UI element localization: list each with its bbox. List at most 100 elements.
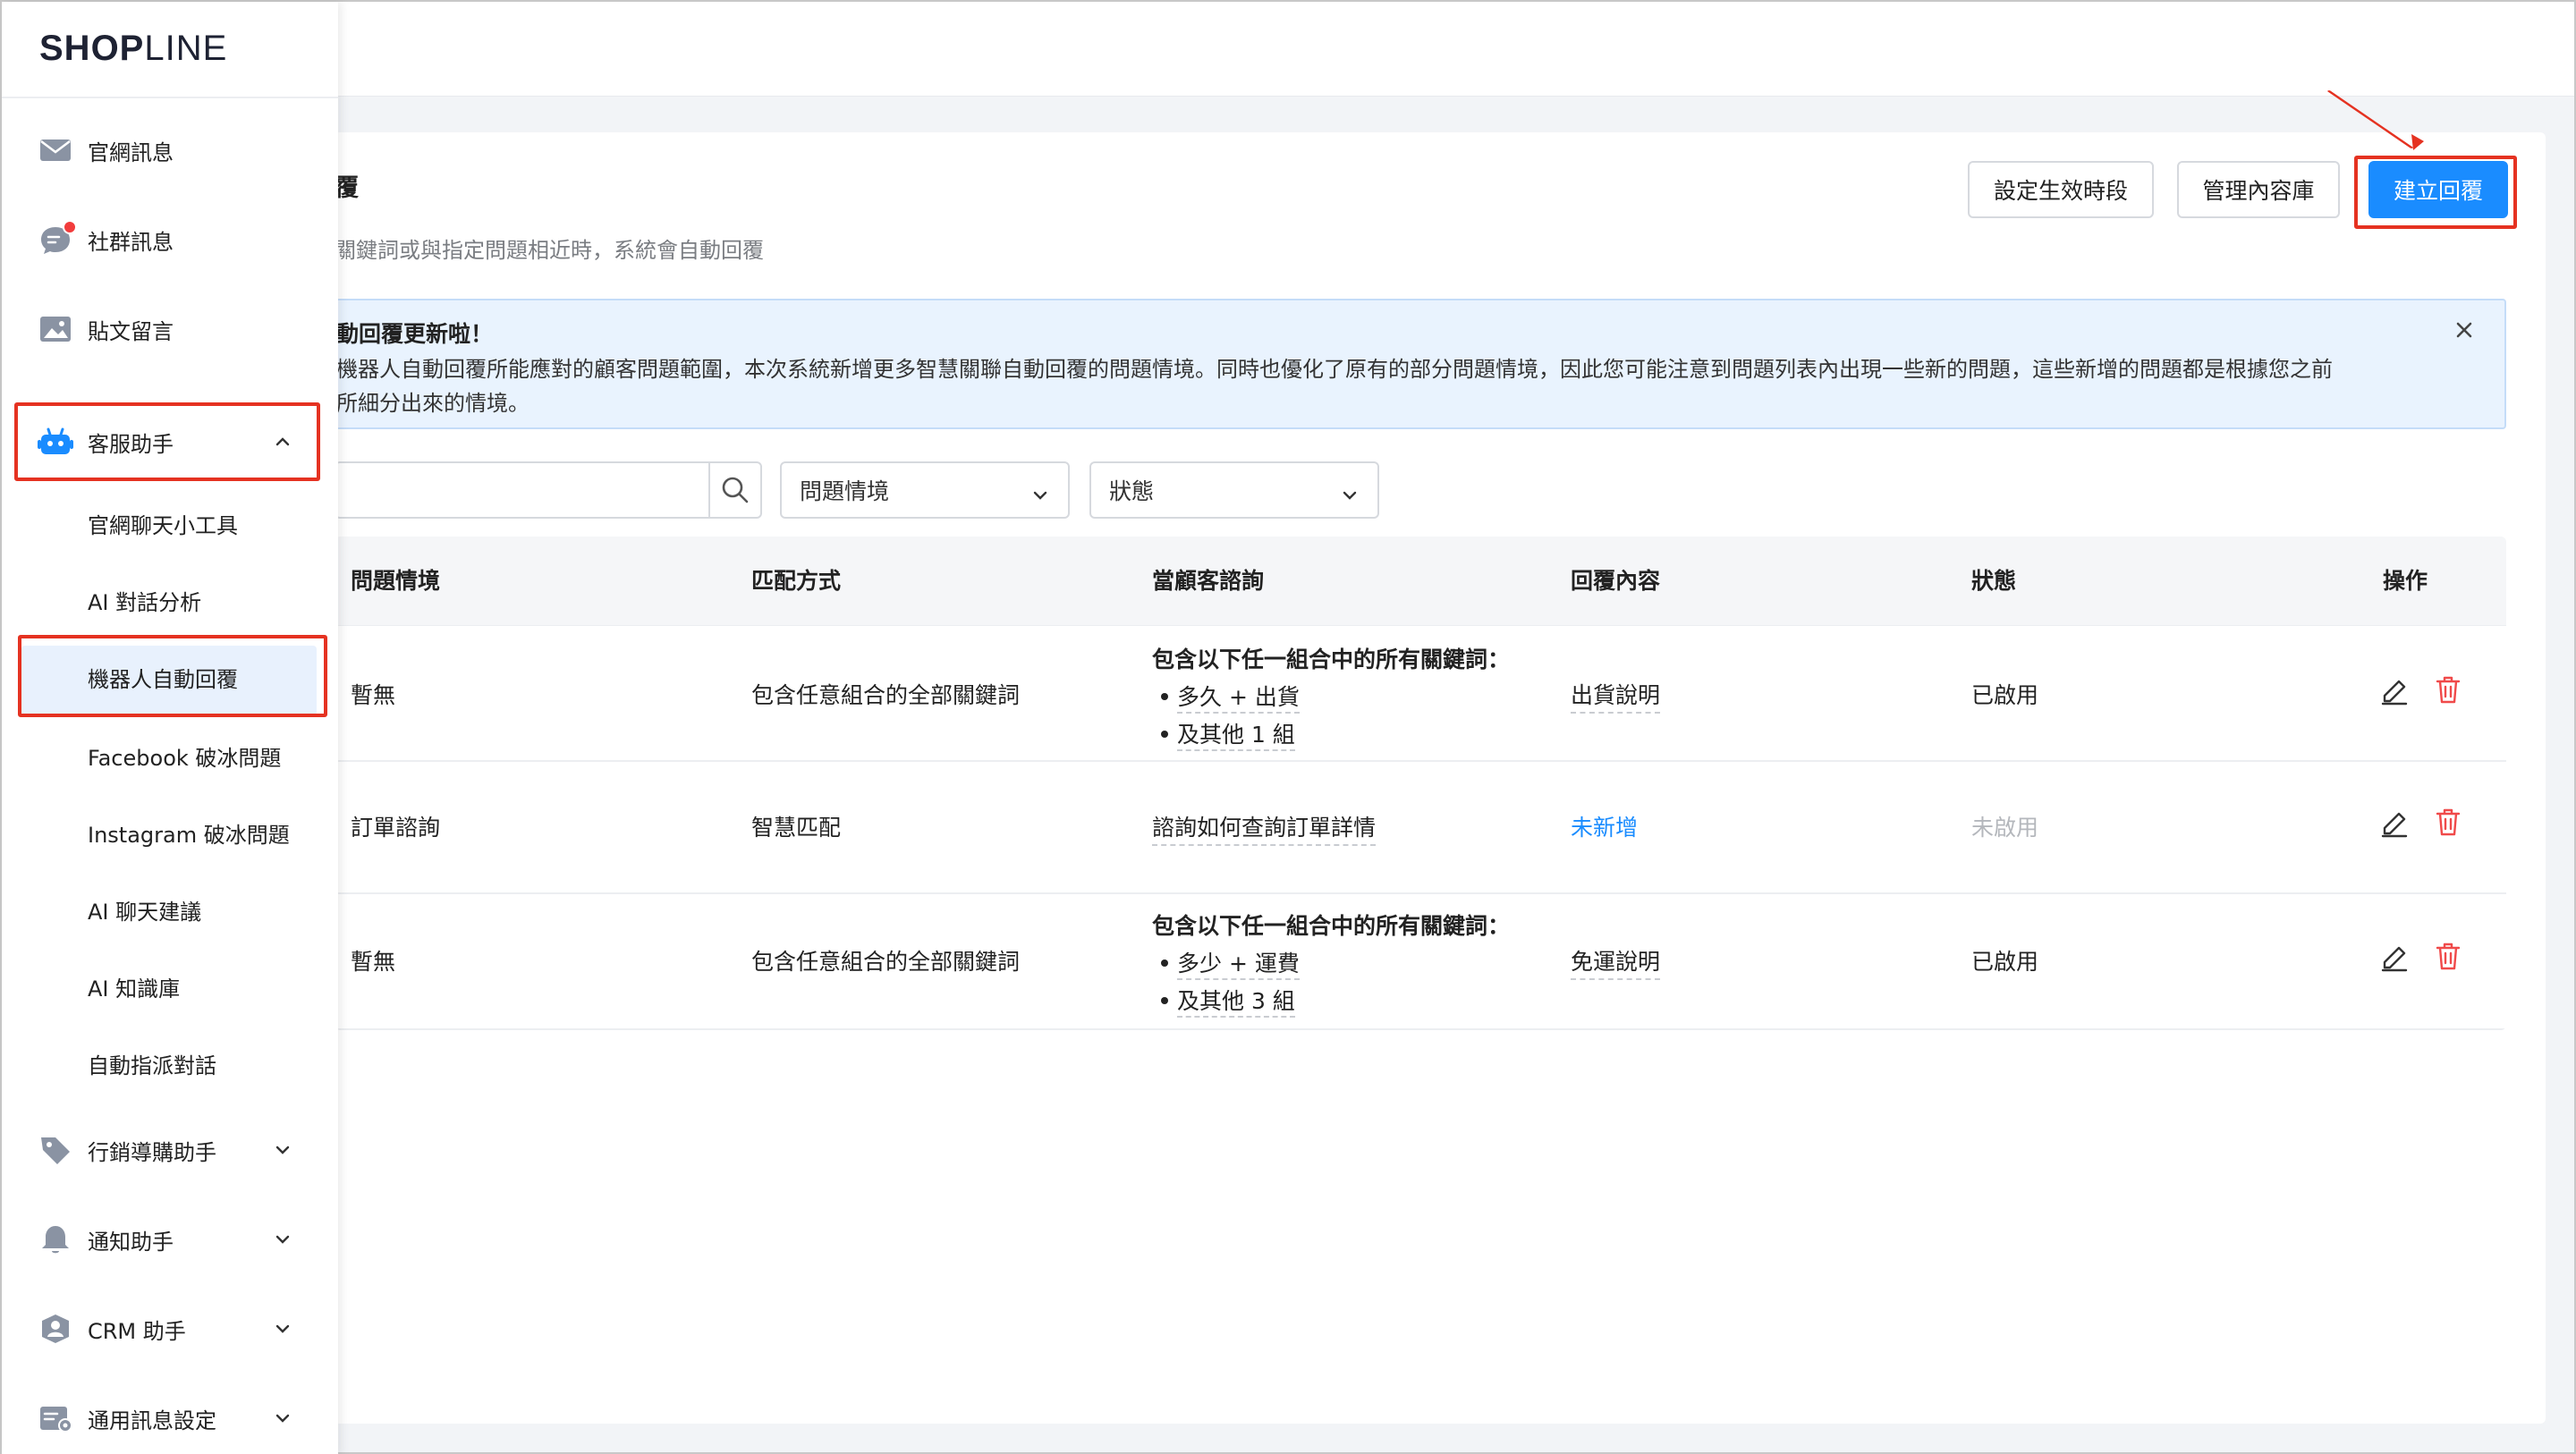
sidebar: SHOPLINE 官網訊息 社群訊息 貼文留言 客服助手 官網聊天小工具 AI … — [2, 2, 338, 1454]
sidebar-item-site-messages[interactable]: 官網訊息 — [2, 118, 338, 182]
cell-scenario: 暫無 — [351, 682, 396, 708]
cell-query: 包含以下任一組合中的所有關鍵詞： 多少 + 運費 及其他 3 組 — [1152, 909, 1511, 1018]
search-icon[interactable] — [708, 463, 760, 517]
notice-line-1: 機器人自動回覆所能應對的顧客問題範圍，本次系統新增更多智慧關聯自動回覆的問題情境… — [336, 357, 2333, 382]
top-bar — [2, 2, 2574, 97]
sidebar-item-label: 官網訊息 — [88, 139, 174, 165]
sidebar-item-general-settings[interactable]: 通用訊息設定 — [2, 1386, 338, 1450]
header-reply: 回覆內容 — [1571, 568, 1661, 594]
scenario-select[interactable]: 問題情境 — [780, 461, 1070, 519]
status-select[interactable]: 狀態 — [1089, 461, 1379, 519]
sidebar-item-post-comments[interactable]: 貼文留言 — [2, 297, 338, 361]
manage-library-button[interactable]: 管理內容庫 — [2177, 161, 2340, 218]
query-item-text: 及其他 3 組 — [1177, 988, 1295, 1018]
query-item-text: 多久 + 出貨 — [1177, 684, 1300, 714]
notification-badge — [63, 220, 77, 234]
close-icon[interactable] — [2451, 317, 2478, 343]
cell-match: 包含任意組合的全部關鍵詞 — [751, 949, 1021, 975]
sidebar-item-notification[interactable]: 通知助手 — [2, 1207, 338, 1272]
query-item-text: 多少 + 運費 — [1177, 951, 1300, 980]
cell-reply[interactable]: 出貨說明 — [1571, 678, 1661, 714]
chevron-down-icon — [1342, 483, 1358, 509]
header-scenario: 問題情境 — [351, 568, 441, 594]
sidebar-item-crm[interactable]: CRM 助手 — [2, 1297, 338, 1361]
customer-service-highlight — [14, 402, 320, 481]
set-schedule-button[interactable]: 設定生效時段 — [1968, 161, 2154, 218]
sidebar-item-label: Facebook 破冰問題 — [88, 746, 282, 771]
sidebar-item-label: 自動指派對話 — [88, 1053, 216, 1078]
image-icon — [38, 313, 73, 345]
cell-reply[interactable]: 免運說明 — [1571, 944, 1661, 980]
reply-table: 問題情境 匹配方式 當顧客諮詢 回覆內容 狀態 操作 暫無 包含任意組合的全部關… — [335, 537, 2506, 1030]
header-status: 狀態 — [1971, 568, 2017, 594]
cell-reply-link[interactable]: 未新增 — [1571, 810, 1638, 842]
edit-icon[interactable] — [2379, 808, 2410, 839]
query-item: 多久 + 出貨 — [1152, 680, 1510, 714]
query-item[interactable]: 及其他 3 組 — [1152, 984, 1510, 1018]
cell-query: 包含以下任一組合中的所有關鍵詞： 多久 + 出貨 及其他 1 組 — [1152, 642, 1511, 751]
page-title: 覆 — [335, 174, 359, 202]
sidebar-item-label: 社群訊息 — [88, 229, 174, 255]
sidebar-item-label: 貼文留言 — [88, 318, 174, 344]
sidebar-item-label: 行銷導購助手 — [88, 1139, 216, 1165]
chevron-down-icon — [1032, 483, 1048, 509]
sidebar-subitem-facebook-icebreaker[interactable]: Facebook 破冰問題 — [2, 721, 338, 785]
chevron-down-icon — [274, 1141, 292, 1162]
sidebar-item-label: CRM 助手 — [88, 1318, 186, 1344]
bell-icon — [38, 1223, 73, 1255]
cell-status: 未啟用 — [1971, 815, 2039, 841]
notice-title: 動回覆更新啦！ — [336, 321, 494, 347]
sidebar-subitem-ai-chat-suggestion[interactable]: AI 聊天建議 — [2, 875, 338, 939]
create-button-highlight — [2354, 156, 2517, 229]
edit-icon[interactable] — [2379, 943, 2410, 973]
sidebar-item-label: AI 聊天建議 — [88, 900, 202, 925]
divider — [2, 97, 338, 98]
cell-scenario: 暫無 — [351, 949, 396, 975]
query-item[interactable]: 及其他 1 組 — [1152, 717, 1510, 751]
sidebar-subitem-auto-assign[interactable]: 自動指派對話 — [2, 1028, 338, 1093]
chevron-down-icon — [274, 1320, 292, 1341]
shopline-logo: SHOPLINE — [39, 29, 228, 68]
cell-status: 已啟用 — [1971, 682, 2039, 708]
chevron-down-icon — [274, 1409, 292, 1431]
sidebar-item-label: 通知助手 — [88, 1229, 174, 1255]
mail-icon — [38, 134, 73, 166]
table-row: 暫無 包含任意組合的全部關鍵詞 包含以下任一組合中的所有關鍵詞： 多久 + 出貨… — [335, 626, 2506, 762]
query-item: 多少 + 運費 — [1152, 946, 1510, 980]
tag-icon — [38, 1134, 73, 1166]
cell-match: 智慧匹配 — [751, 815, 842, 841]
delete-icon[interactable] — [2433, 807, 2463, 837]
query-item-text: 及其他 1 組 — [1177, 722, 1295, 751]
table-row: 暫無 包含任意組合的全部關鍵詞 包含以下任一組合中的所有關鍵詞： 多少 + 運費… — [335, 894, 2506, 1030]
sidebar-subitem-ai-analysis[interactable]: AI 對話分析 — [2, 565, 338, 630]
query-title: 包含以下任一組合中的所有關鍵詞： — [1152, 913, 1511, 939]
delete-icon[interactable] — [2433, 674, 2463, 705]
search-input[interactable] — [335, 461, 762, 519]
scenario-select-value: 問題情境 — [800, 478, 890, 504]
header-match: 匹配方式 — [751, 568, 842, 594]
status-select-value: 狀態 — [1109, 478, 1155, 504]
sidebar-subitem-instagram-icebreaker[interactable]: Instagram 破冰問題 — [2, 798, 338, 862]
settings-card-icon — [38, 1402, 73, 1434]
header-actions: 操作 — [2383, 568, 2428, 594]
user-group-icon — [38, 1313, 73, 1345]
sidebar-subitem-chat-widget[interactable]: 官網聊天小工具 — [2, 488, 338, 553]
page-subtitle: 關鍵詞或與指定問題相近時，系統會自動回覆 — [335, 238, 764, 263]
query-title: 包含以下任一組合中的所有關鍵詞： — [1152, 647, 1511, 672]
cell-status: 已啟用 — [1971, 949, 2039, 975]
sidebar-item-label: Instagram 破冰問題 — [88, 823, 290, 848]
sidebar-subitem-ai-knowledge-base[interactable]: AI 知識庫 — [2, 951, 338, 1016]
edit-icon[interactable] — [2379, 676, 2410, 706]
cell-scenario: 訂單諮詢 — [351, 815, 441, 841]
sidebar-item-social-messages[interactable]: 社群訊息 — [2, 207, 338, 272]
bot-auto-reply-highlight — [18, 635, 327, 717]
delete-icon[interactable] — [2433, 941, 2463, 971]
cell-match: 包含任意組合的全部關鍵詞 — [751, 682, 1021, 708]
header-query: 當顧客諮詢 — [1152, 568, 1265, 594]
cell-query[interactable]: 諮詢如何查詢訂單詳情 — [1152, 810, 1377, 846]
sidebar-item-marketing[interactable]: 行銷導購助手 — [2, 1118, 338, 1182]
sidebar-item-label: 官網聊天小工具 — [88, 513, 238, 538]
annotation-arrow — [2327, 90, 2424, 150]
sidebar-item-label: AI 知識庫 — [88, 976, 181, 1002]
notice-line-2: 所細分出來的情境。 — [336, 391, 530, 416]
